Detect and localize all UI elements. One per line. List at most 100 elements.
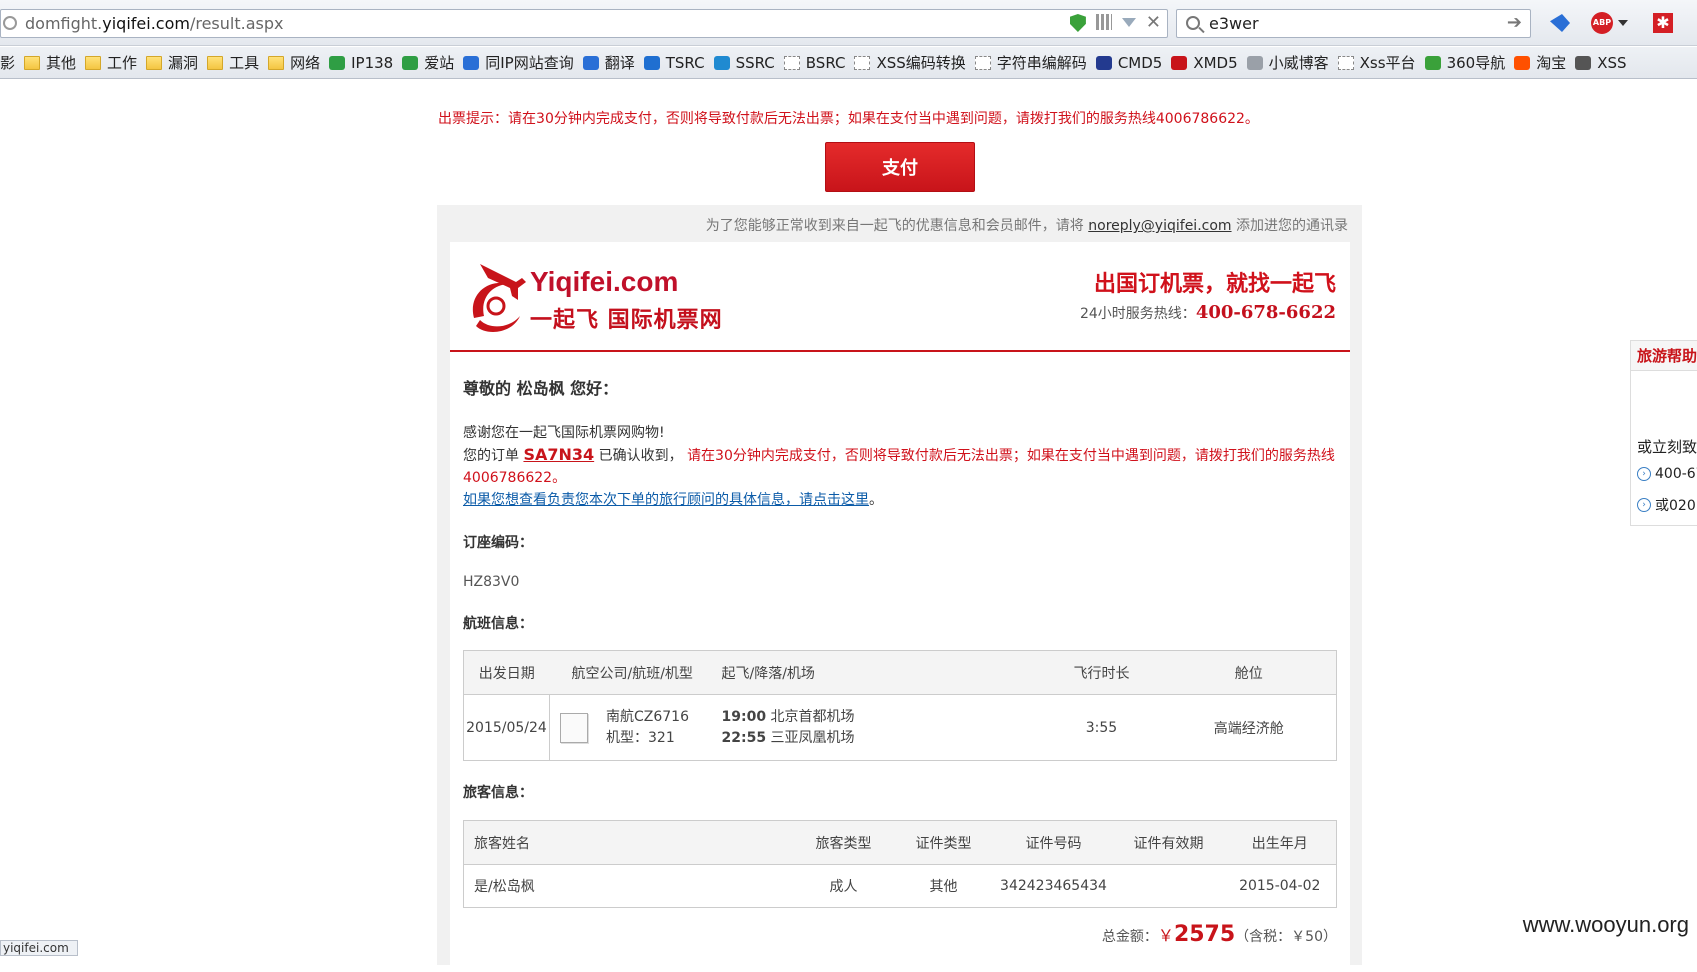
whitelist-note: 为了您能够正常收到来自一起飞的优惠信息和会员邮件，请将 noreply@yiqi… — [705, 218, 1348, 234]
bookmark-item[interactable]: 网络 — [268, 52, 320, 73]
bookmark-item[interactable]: 工具 — [207, 52, 259, 73]
noreply-email-link[interactable]: noreply@yiqifei.com — [1088, 218, 1231, 234]
bookmark-item[interactable]: IP138 — [329, 54, 393, 72]
folder-icon — [207, 55, 224, 70]
translate-icon — [582, 55, 599, 70]
bookmark-item[interactable]: TSRC — [643, 54, 705, 72]
passenger-info-title: 旅客信息： — [463, 785, 533, 801]
folder-icon — [85, 55, 102, 70]
payment-warning: 请在30分钟内完成支付，否则将导致付款后无法出票；如果在支付当中遇到问题，请拨打… — [463, 448, 1335, 486]
bookmark-label: 漏洞 — [168, 54, 199, 72]
ip-icon — [329, 55, 346, 70]
360-icon — [1424, 55, 1441, 70]
address-bar[interactable]: domfight. yiqifei.com/result.aspx ✕ — [0, 9, 1168, 38]
bookmark-item[interactable]: BSRC — [783, 53, 846, 72]
bookmark-label: 网络 — [290, 54, 321, 72]
bookmark-label: XSS — [1597, 53, 1627, 72]
table-row: 2015/05/24 南航CZ6716 机型：321 19:00 北京首都机场 … — [463, 694, 1337, 761]
send-icon[interactable] — [1550, 14, 1570, 32]
shield-icon — [643, 55, 660, 70]
page-icon — [854, 55, 871, 70]
folder-icon — [268, 55, 285, 70]
security-shield-icon[interactable] — [1069, 14, 1086, 32]
aizhan-icon — [402, 55, 419, 70]
bookmark-item[interactable]: XSS编码转换 — [854, 52, 966, 73]
bookmark-label: CMD5 — [1117, 53, 1163, 72]
hotline: 24小时服务热线：400-678-6622 — [1079, 302, 1336, 323]
bookmark-label: 淘宝 — [1536, 54, 1567, 72]
bookmark-item[interactable]: 其他 — [24, 52, 76, 73]
watermark: www.wooyun.org — [1522, 912, 1689, 937]
bookmark-label: 同IP网站查询 — [485, 54, 574, 72]
bookmark-item[interactable]: 漏洞 — [146, 52, 198, 73]
bookmark-label: SSRC — [735, 53, 775, 72]
folder-icon — [146, 55, 163, 70]
taobao-icon — [1514, 55, 1531, 70]
payment-notice: 出票提示：请在30分钟内完成支付，否则将导致付款后无法出票；如果在支付当中遇到问… — [438, 111, 1259, 127]
order-email: 为了您能够正常收到来自一起飞的优惠信息和会员邮件，请将 noreply@yiqi… — [437, 205, 1362, 972]
bookmark-item[interactable]: 翻译 — [582, 52, 635, 73]
bookmark-label: 其他 — [46, 54, 77, 72]
bookmark-label: 影 — [0, 54, 16, 72]
search-input[interactable]: e3wer ➔ — [1176, 9, 1531, 38]
page-icon — [783, 55, 800, 70]
bookmark-label: 工具 — [229, 54, 260, 72]
adblock-dropdown-icon[interactable] — [1618, 20, 1628, 26]
email-card: Yiqifei.com 一起飞 国际机票网 出国订机票，就找一起飞 24小时服务… — [450, 242, 1350, 972]
bookmarks-bar: 影 其他 工作 漏洞 工具 网络 IP138 爱站 同IP网站查询 翻译 TSRC SSRC BSRC X… — [0, 47, 1697, 79]
search-go-icon[interactable]: ➔ — [1507, 12, 1522, 33]
page-icon — [974, 55, 991, 70]
passenger-table-header: 旅客姓名 旅客类型 证件类型 证件号码 证件有效期 出生年月 — [463, 820, 1337, 865]
chart-icon — [463, 55, 480, 70]
page-icon — [1337, 55, 1354, 70]
pay-button[interactable]: 支付 — [825, 142, 975, 192]
bookmark-item[interactable]: 360导航 — [1424, 52, 1506, 73]
passenger-table: 旅客姓名 旅客类型 证件类型 证件号码 证件有效期 出生年月 是/松岛枫 成人 … — [463, 820, 1337, 908]
bookmark-item[interactable]: 影 — [0, 52, 15, 73]
total-amount: 总金额：￥2575（含税：￥50） — [1101, 922, 1337, 947]
bookmark-item[interactable]: CMD5 — [1095, 53, 1163, 72]
bookmark-label: XSS编码转换 — [876, 54, 966, 72]
bookmark-item[interactable]: XSS — [1575, 53, 1627, 72]
flight-table: 出发日期 航空公司/航班/机型 起飞/降落/机场 飞行时长 舱位 2015/05… — [463, 650, 1337, 761]
advisor-info-link[interactable]: 如果您想查看负责您本次下单的旅行顾问的具体信息，请点击这里 — [463, 492, 869, 508]
greeting: 尊敬的 松岛枫 您好： — [463, 379, 619, 398]
travel-help-widget[interactable]: 旅游帮助 或立刻致 ›400-67 ›或020 — [1630, 340, 1697, 526]
bookmark-item[interactable]: 同IP网站查询 — [463, 52, 574, 73]
airplane-logo-icon — [472, 264, 526, 332]
bookmark-label: XMD5 — [1193, 53, 1238, 72]
search-icon — [1186, 16, 1200, 30]
phone-icon: › — [1637, 467, 1651, 481]
header-divider — [450, 350, 1350, 352]
bookmark-label: 翻译 — [604, 54, 635, 72]
folder-icon — [24, 55, 41, 70]
grid-icon — [1095, 55, 1112, 70]
url-host: yiqifei.com — [102, 14, 190, 33]
slogan: 出国订机票，就找一起飞 — [1093, 272, 1336, 297]
pnr-code: HZ83V0 — [463, 574, 520, 590]
globe-icon — [3, 16, 17, 30]
yiqifei-logo: Yiqifei.com 一起飞 国际机票网 — [466, 256, 736, 336]
document-icon — [560, 712, 588, 743]
bookmark-item[interactable]: XMD5 — [1171, 53, 1238, 72]
bookmark-label: 360导航 — [1446, 54, 1506, 72]
bookmark-item[interactable]: SSRC — [713, 53, 775, 72]
qr-code-icon[interactable] — [1095, 14, 1112, 30]
bookmark-item[interactable]: 淘宝 — [1514, 52, 1566, 73]
adblock-plus-icon[interactable]: ABP — [1591, 12, 1613, 34]
order-number-link[interactable]: SA7N34 — [523, 445, 594, 464]
extension-icon[interactable]: ✱ — [1653, 13, 1673, 33]
url-prefix: domfight. — [25, 14, 103, 33]
phone-icon: › — [1637, 498, 1651, 512]
bookmark-item[interactable]: 小威博客 — [1246, 52, 1329, 73]
bookmark-item[interactable]: 工作 — [85, 52, 137, 73]
blog-icon — [1246, 55, 1263, 70]
bookmark-label: BSRC — [805, 53, 846, 72]
stop-close-icon[interactable]: ✕ — [1146, 14, 1161, 32]
bookmark-item[interactable]: 爱站 — [402, 52, 454, 73]
help-widget-title: 旅游帮助 — [1631, 341, 1697, 371]
bookmark-label: 爱站 — [424, 54, 455, 72]
bookmark-item[interactable]: 字符串编解码 — [974, 52, 1087, 73]
bookmark-item[interactable]: Xss平台 — [1337, 52, 1416, 73]
dropdown-arrow-icon[interactable] — [1121, 18, 1136, 27]
